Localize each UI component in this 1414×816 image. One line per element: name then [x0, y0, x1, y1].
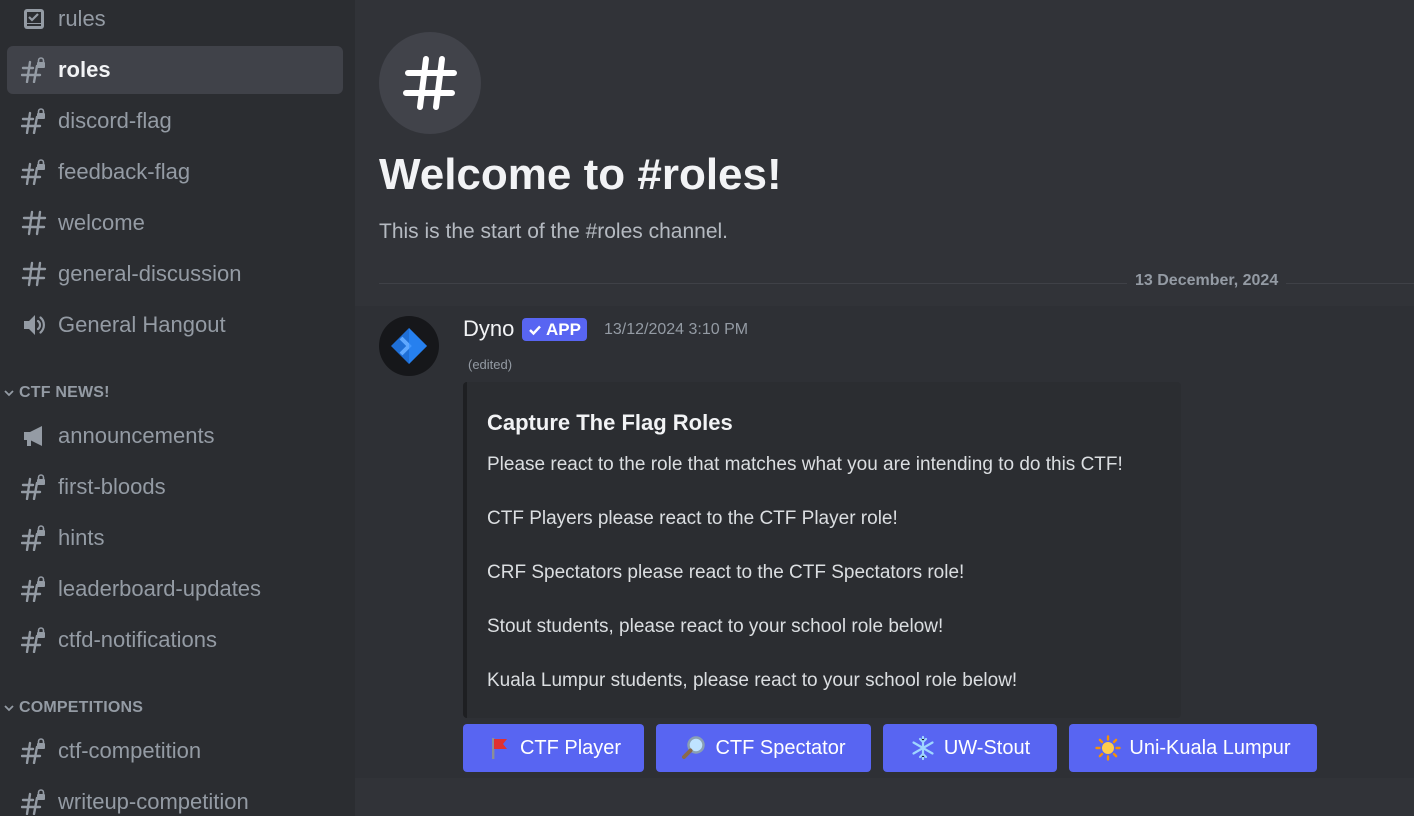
channel-label: discord-flag [58, 108, 172, 133]
message: Dyno APP 13/12/2024 3:10 PM (edited) Cap… [355, 306, 1414, 778]
app-badge-label: APP [546, 319, 581, 339]
message-pane: Welcome to #roles! This is the start of … [355, 0, 1414, 816]
channel-leaderboard-updates[interactable]: leaderboard-updates [7, 565, 343, 613]
channel-first-bloods[interactable]: first-bloods [7, 463, 343, 511]
edited-label: (edited) [468, 357, 513, 372]
channel-sidebar: rules roles discord-flag feedback-flag w… [0, 0, 355, 816]
embed: Capture The Flag Roles Please react to t… [463, 382, 1181, 718]
channel-ctfd-notifications[interactable]: ctfd-notifications [7, 616, 343, 664]
button-label: CTF Spectator [715, 736, 846, 759]
channel-discord-flag[interactable]: discord-flag [7, 97, 343, 145]
channel-general-hangout[interactable]: General Hangout [7, 301, 343, 349]
locked-hash-icon [21, 159, 47, 185]
embed-line: Stout students, please react to your sch… [487, 616, 944, 637]
ctf-spectator-button[interactable]: CTF Spectator [656, 724, 871, 772]
welcome-title: Welcome to #roles! [379, 150, 782, 199]
date-divider-label: 13 December, 2024 [1127, 272, 1287, 290]
uni-kuala-lumpur-button[interactable]: Uni-Kuala Lumpur [1069, 724, 1317, 772]
uw-stout-button[interactable]: UW-Stout [883, 724, 1057, 772]
message-author[interactable]: Dyno [463, 316, 514, 342]
megaphone-icon [21, 423, 47, 449]
rules-icon [21, 6, 47, 32]
locked-hash-icon [21, 57, 47, 83]
channel-label: announcements [58, 423, 215, 448]
channel-label: general-discussion [58, 261, 242, 286]
channel-announcements[interactable]: announcements [7, 412, 343, 460]
channel-feedback-flag[interactable]: feedback-flag [7, 148, 343, 196]
locked-hash-icon [21, 474, 47, 500]
button-label: CTF Player [519, 736, 622, 759]
chevron-down-icon [2, 701, 16, 715]
button-label: UW-Stout [943, 736, 1031, 759]
message-timestamp[interactable]: 13/12/2024 3:10 PM [604, 321, 748, 339]
avatar[interactable] [379, 316, 439, 376]
channel-label: welcome [58, 210, 145, 235]
snowflake-icon [910, 735, 936, 761]
embed-line: CTF Players please react to the CTF Play… [487, 508, 898, 529]
sun-icon [1095, 735, 1122, 761]
channel-label: rules [58, 6, 106, 31]
channel-hash-icon [379, 32, 481, 134]
hash-icon [21, 210, 47, 236]
channel-label: first-bloods [58, 474, 166, 499]
chevron-down-icon [2, 386, 16, 400]
verified-check-icon [529, 325, 541, 335]
embed-line: CRF Spectators please react to the CTF S… [487, 562, 965, 583]
embed-line: Kuala Lumpur students, please react to y… [487, 670, 1018, 691]
channel-rules[interactable]: rules [7, 0, 343, 43]
locked-hash-icon [21, 576, 47, 602]
locked-hash-icon [21, 627, 47, 653]
locked-hash-icon [21, 108, 47, 134]
locked-hash-icon [21, 789, 47, 815]
category-label: CTF NEWS! [19, 384, 110, 401]
locked-hash-icon [21, 738, 47, 764]
embed-title: Capture The Flag Roles [487, 410, 733, 435]
channel-label: General Hangout [58, 312, 226, 337]
embed-line: Please react to the role that matches wh… [487, 454, 1123, 475]
button-label: Uni-Kuala Lumpur [1129, 736, 1291, 759]
app-badge: APP [522, 318, 587, 341]
channel-label: ctf-competition [58, 738, 202, 763]
channel-label: hints [58, 525, 105, 550]
speaker-icon [21, 312, 47, 338]
channel-label: leaderboard-updates [58, 576, 262, 601]
category-competitions[interactable]: COMPETITIONS [2, 696, 143, 720]
red-flag-icon [486, 735, 512, 761]
channel-roles[interactable]: roles [7, 46, 343, 94]
channel-welcome[interactable]: welcome [7, 199, 343, 247]
magnifier-icon [681, 735, 707, 761]
channel-writeup-competition[interactable]: writeup-competition [7, 778, 343, 816]
locked-hash-icon [21, 525, 47, 551]
hash-icon [21, 261, 47, 287]
channel-label: roles [58, 57, 111, 82]
channel-label: ctfd-notifications [58, 627, 217, 652]
category-ctf-news[interactable]: CTF NEWS! [2, 381, 110, 405]
welcome-subtitle: This is the start of the #roles channel. [379, 220, 729, 243]
category-label: COMPETITIONS [19, 699, 144, 716]
channel-general-discussion[interactable]: general-discussion [7, 250, 343, 298]
channel-label: writeup-competition [58, 789, 249, 814]
channel-label: feedback-flag [58, 159, 191, 184]
ctf-player-button[interactable]: CTF Player [463, 724, 644, 772]
channel-hints[interactable]: hints [7, 514, 343, 562]
channel-ctf-competition[interactable]: ctf-competition [7, 727, 343, 775]
